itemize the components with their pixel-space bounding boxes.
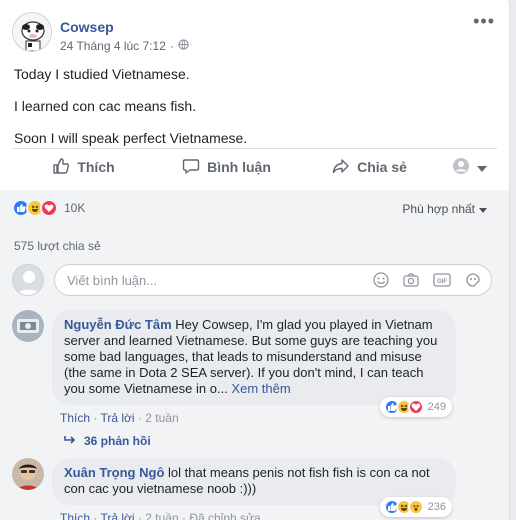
share-label: Chia sẻ [357, 159, 407, 175]
commenter-name[interactable]: Nguyễn Đức Tâm [64, 317, 172, 332]
post-line-1: Today I studied Vietnamese. [14, 66, 190, 82]
thumbs-up-icon [52, 157, 70, 178]
comment-reply-link[interactable]: Trả lời [100, 411, 134, 425]
edited-label[interactable]: Đã chỉnh sửa [189, 511, 260, 520]
commenter-avatar[interactable] [12, 310, 44, 342]
comment-filter-dropdown[interactable]: Phù hợp nhất [402, 202, 487, 216]
comment-label: Bình luận [207, 159, 271, 175]
replies-count: 36 phản hồi [84, 434, 151, 448]
comment-reaction-count: 236 [427, 501, 446, 513]
comment-item: Nguyễn Đức Tâm Hey Cowsep, I'm glad you … [12, 310, 456, 425]
svg-text:GIF: GIF [437, 279, 447, 285]
comment-reaction-count: 249 [427, 401, 446, 413]
see-more-link[interactable]: Xem thêm [231, 381, 290, 396]
profile-silhouette-icon [452, 157, 470, 178]
comment-reactions[interactable]: 236 [379, 497, 452, 517]
comment-button[interactable]: Bình luận [155, 157, 298, 178]
more-options-icon[interactable]: ••• [473, 12, 495, 30]
like-button[interactable]: Thích [12, 157, 155, 178]
share-icon [332, 157, 350, 178]
comment-icon [182, 157, 200, 178]
share-count-link[interactable]: 575 lượt chia sẻ [14, 239, 101, 253]
post-line-3: Soon I will speak perfect Vietnamese. [14, 130, 248, 146]
commenter-name[interactable]: Xuân Trọng Ngô [64, 465, 164, 480]
comment-like-link[interactable]: Thích [60, 511, 90, 520]
love-reaction-icon [40, 199, 58, 217]
like-label: Thích [77, 159, 115, 175]
commenter-avatar[interactable] [12, 458, 44, 490]
viewer-avatar [12, 264, 44, 296]
view-replies-link[interactable]: 36 phản hồi [64, 434, 151, 448]
gif-icon[interactable]: GIF [433, 272, 451, 288]
comment-composer: Viết bình luận... GIF [12, 264, 492, 296]
love-reaction-icon [407, 399, 424, 415]
post-time[interactable]: 24 Tháng 4 lúc 7:12 [60, 39, 166, 53]
wow-reaction-icon [407, 499, 424, 515]
meta-dot: · [169, 39, 174, 53]
post-card: Cowsep 24 Tháng 4 lúc 7:12 · ••• Today I… [0, 0, 510, 520]
filter-label: Phù hợp nhất [402, 202, 475, 216]
comment-time[interactable]: 2 tuần [145, 511, 178, 520]
reaction-summary[interactable]: 10K [12, 199, 85, 217]
audience-selector[interactable] [441, 157, 497, 178]
reply-arrow-icon [64, 434, 76, 448]
post-line-2: I learned con cac means fish. [14, 98, 197, 114]
post-header: Cowsep 24 Tháng 4 lúc 7:12 · [12, 12, 189, 53]
comment-bubble: Nguyễn Đức Tâm Hey Cowsep, I'm glad you … [52, 310, 456, 417]
comment-input[interactable]: Viết bình luận... GIF [54, 264, 492, 296]
comment-time[interactable]: 2 tuần [145, 411, 178, 425]
author-name[interactable]: Cowsep [60, 19, 189, 35]
author-avatar[interactable] [12, 12, 52, 52]
globe-icon [178, 39, 189, 53]
caret-down-icon [479, 202, 487, 216]
emoji-icon[interactable] [373, 272, 389, 288]
comment-like-link[interactable]: Thích [60, 411, 90, 425]
caret-down-icon [476, 159, 487, 175]
comment-reactions[interactable]: 249 [379, 397, 452, 417]
comment-placeholder: Viết bình luận... [67, 272, 158, 288]
action-bar: Thích Bình luận Chia sẻ [12, 150, 497, 184]
reaction-count: 10K [64, 201, 86, 215]
comment-bubble: Xuân Trọng Ngô lol that means penis not … [52, 458, 456, 517]
comment-reply-link[interactable]: Trả lời [100, 511, 134, 520]
share-button[interactable]: Chia sẻ [298, 157, 441, 178]
divider [12, 148, 497, 149]
comment-item: Xuân Trọng Ngô lol that means penis not … [12, 458, 456, 520]
sticker-icon[interactable] [465, 272, 481, 288]
camera-icon[interactable] [403, 272, 419, 288]
